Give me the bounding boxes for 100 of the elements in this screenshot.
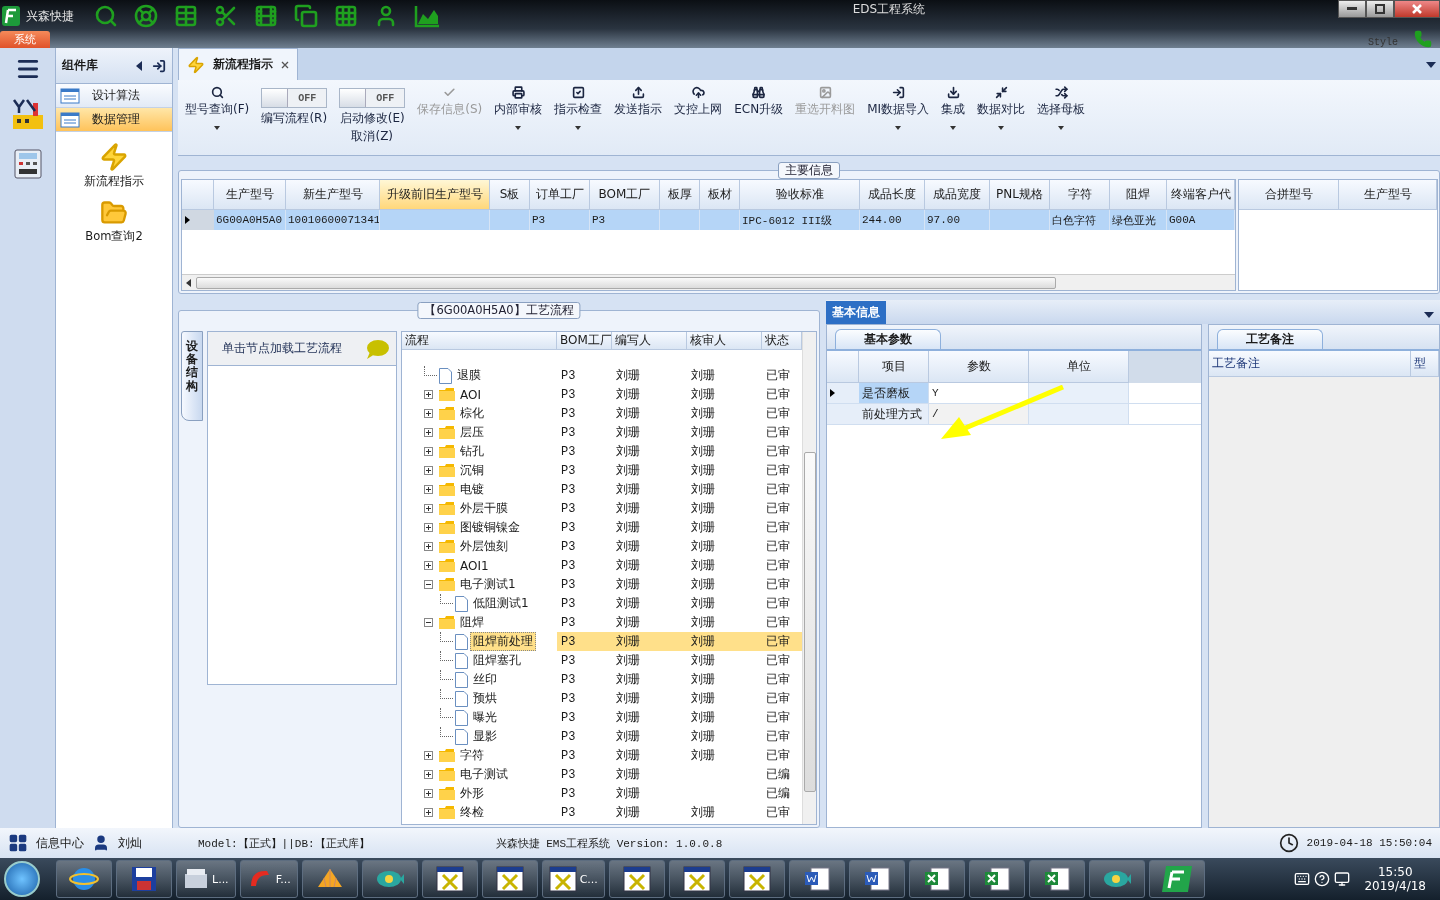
param-row[interactable]: 前处理方式 /	[827, 404, 1201, 425]
expand-icon[interactable]	[424, 428, 433, 437]
taskbar-clock[interactable]: 15:50 2019/4/18	[1354, 865, 1436, 893]
tree-row[interactable]: 退膜 P3 刘珊 刘珊 已审	[402, 366, 802, 385]
taskbar-button[interactable]	[908, 860, 965, 898]
expand-icon[interactable]	[424, 770, 433, 779]
expand-icon[interactable]	[424, 390, 433, 399]
tree-row[interactable]: 字符 P3 刘珊 刘珊 已审	[402, 746, 802, 765]
tree-row[interactable]: 电子测试1 P3 刘珊 刘珊 已审	[402, 575, 802, 594]
column-header[interactable]: 工艺备注	[1209, 351, 1411, 377]
tree-row[interactable]: AOI P3 刘珊 刘珊 已审	[402, 385, 802, 404]
tree-row[interactable]: 棕化 P3 刘珊 刘珊 已审	[402, 404, 802, 423]
column-header[interactable]: 新生产型号	[286, 180, 380, 210]
taskbar-button[interactable]	[116, 860, 172, 898]
vertical-scrollbar[interactable]	[802, 332, 816, 824]
nav-item[interactable]: 数据管理	[56, 108, 172, 132]
maximize-button[interactable]	[1366, 0, 1394, 18]
tree-row[interactable]: 丝印 P3 刘珊 刘珊 已审	[402, 670, 802, 689]
column-header[interactable]: 合拼型号	[1239, 180, 1339, 210]
expand-icon[interactable]	[424, 466, 433, 475]
toggle-switch[interactable]: OFF	[339, 88, 406, 108]
column-header[interactable]: 生产型号	[1339, 180, 1437, 210]
toolbar-button[interactable]: MI数据导入	[864, 84, 933, 155]
expand-icon[interactable]	[424, 523, 433, 532]
taskbar-button[interactable]	[56, 860, 112, 898]
taskbar-button[interactable]	[848, 860, 905, 898]
taskbar-button[interactable]	[728, 860, 785, 898]
tree-row[interactable]: 外层干膜 P3 刘珊 刘珊 已审	[402, 499, 802, 518]
column-header[interactable]: 订单工厂	[530, 180, 590, 210]
expand-icon[interactable]	[424, 751, 433, 760]
column-header[interactable]: 状态	[762, 332, 802, 350]
search-icon[interactable]	[94, 4, 118, 28]
taskbar-button[interactable]	[361, 860, 418, 898]
dropdown-icon[interactable]	[1426, 62, 1436, 68]
expand-icon[interactable]	[424, 542, 433, 551]
column-header[interactable]: 核审人	[687, 332, 762, 350]
column-header[interactable]: 编写人	[612, 332, 687, 350]
taskbar-button[interactable]	[968, 860, 1025, 898]
tree-row[interactable]: 阻焊前处理 P3 刘珊 刘珊 已审	[402, 632, 802, 651]
monitor-icon[interactable]	[1334, 871, 1351, 887]
area-chart-icon[interactable]	[414, 4, 440, 28]
column-header[interactable]: 流程	[402, 332, 557, 350]
column-header[interactable]: 项目	[859, 351, 929, 383]
column-header[interactable]: S板	[490, 180, 530, 210]
pane-tab[interactable]: 基本参数	[835, 329, 941, 349]
copy-icon[interactable]	[294, 4, 318, 28]
column-header[interactable]: 升级前旧生产型号	[380, 180, 490, 210]
taskbar-button[interactable]	[608, 860, 665, 898]
toolbar-button[interactable]: 发送指示	[611, 84, 666, 155]
toolbar-button[interactable]: 型号查询(F)	[182, 84, 253, 155]
lifebuoy-icon[interactable]	[134, 4, 158, 28]
help-icon[interactable]	[1314, 871, 1331, 887]
taskbar-button[interactable]	[668, 860, 725, 898]
column-header[interactable]: 板厚	[660, 180, 700, 210]
taskbar-button[interactable]	[421, 860, 478, 898]
column-header[interactable]: 型	[1411, 351, 1439, 377]
tree-row[interactable]: 预烘 P3 刘珊 刘珊 已审	[402, 689, 802, 708]
column-header[interactable]: PNL规格	[990, 180, 1050, 210]
table-row[interactable]: 6G00A0H5A0 10010600071341 P3 P3 IPC-6012 III级 244.00 97.00 白色字符 绿色亚光 G00A	[182, 210, 1235, 230]
taskbar-button[interactable]	[301, 860, 358, 898]
tree-row[interactable]: 电子测试 P3 刘珊 已编	[402, 765, 802, 784]
toolbar-button[interactable]: 指示检查	[551, 84, 606, 155]
column-header[interactable]: 阻焊	[1110, 180, 1167, 210]
tree-row[interactable]: 曝光 P3 刘珊 刘珊 已审	[402, 708, 802, 727]
side-tab[interactable]: 设备结构	[181, 331, 203, 421]
column-header[interactable]: BOM工厂	[557, 332, 612, 350]
tree-row[interactable]: 电镀 P3 刘珊 刘珊 已审	[402, 480, 802, 499]
expand-icon[interactable]	[424, 504, 433, 513]
phone-icon[interactable]	[1414, 30, 1432, 48]
tool-item[interactable]: Bom查询2	[56, 199, 172, 244]
collapse-icon[interactable]	[136, 60, 142, 71]
minimize-button[interactable]	[1338, 0, 1366, 18]
taskbar-button[interactable]	[788, 860, 845, 898]
taskbar-button[interactable]	[1148, 860, 1205, 898]
nav-item[interactable]: 设计算法	[56, 84, 172, 108]
expand-icon[interactable]	[424, 808, 433, 817]
taskbar-button[interactable]	[1028, 860, 1085, 898]
tree-row[interactable]: 图镀铜镍金 P3 刘珊 刘珊 已审	[402, 518, 802, 537]
tree-row[interactable]: 阻焊 P3 刘珊 刘珊 已审	[402, 613, 802, 632]
toolbar-button[interactable]: ECN升级	[731, 84, 787, 155]
dropdown-icon[interactable]	[1424, 312, 1434, 318]
toggle-switch[interactable]: OFF	[261, 88, 328, 108]
taskbar-button[interactable]: F...	[239, 860, 298, 898]
expand-icon[interactable]	[424, 485, 433, 494]
tree-row[interactable]: AOI1 P3 刘珊 刘珊 已审	[402, 556, 802, 575]
expand-icon[interactable]	[424, 409, 433, 418]
toolbar-button[interactable]: 内部审核	[491, 84, 546, 155]
column-header[interactable]: 验收标准	[740, 180, 860, 210]
expand-icon[interactable]	[424, 789, 433, 798]
collapse-icon[interactable]	[424, 580, 433, 589]
tool-item[interactable]: 新流程指示	[56, 142, 172, 189]
close-icon[interactable]	[281, 60, 289, 69]
expand-icon[interactable]	[424, 561, 433, 570]
panel-tab[interactable]: 基本信息	[826, 301, 886, 324]
pane-tab[interactable]: 工艺备注	[1217, 329, 1323, 349]
collapse-icon[interactable]	[424, 618, 433, 627]
taskbar-button[interactable]	[481, 860, 538, 898]
column-header[interactable]: 参数	[929, 351, 1029, 383]
taskbar-button[interactable]: L...	[176, 860, 236, 898]
param-row[interactable]: 是否磨板 Y	[827, 383, 1201, 404]
